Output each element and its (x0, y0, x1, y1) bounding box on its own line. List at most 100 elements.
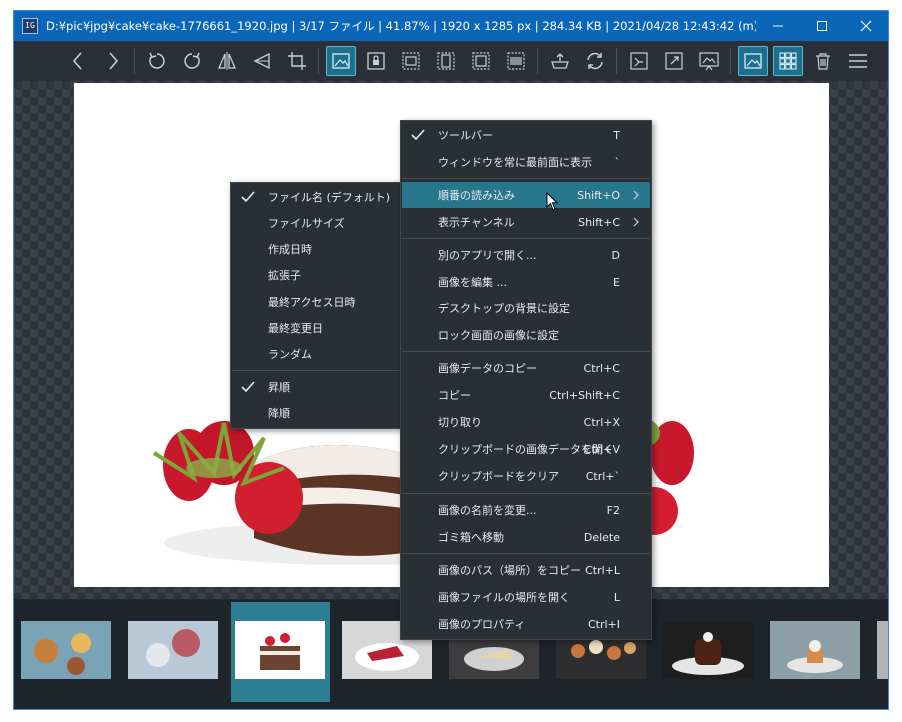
menu-item-shortcut: Ctrl+C (583, 361, 620, 375)
next-image-button[interactable] (98, 46, 128, 76)
sort-menu-item[interactable]: 拡張子 (232, 262, 400, 288)
open-with-icon (550, 53, 569, 69)
menu-item-shortcut: L (613, 590, 620, 604)
maximize-icon (817, 21, 827, 31)
slideshow-icon (698, 52, 719, 71)
menu-item[interactable]: 表示チャンネル Shift+C (402, 209, 650, 235)
menu-item[interactable]: 別のアプリで開く... D (402, 242, 650, 268)
menu-item-label: 順番の読み込み (438, 189, 515, 202)
menu-item[interactable]: 画像を編集 ... E (402, 269, 650, 295)
menu-item-shortcut: F2 (606, 503, 620, 517)
menu-item-label: 画像の名前を変更... (438, 504, 537, 517)
menu-item[interactable]: クリップボードをクリア Ctrl+` (402, 463, 650, 489)
toolbar-separator (318, 48, 319, 74)
menu-item-label: ウィンドウを常に最前面に表示 (438, 156, 592, 169)
checkmark-icon (241, 381, 255, 393)
thumbnail-item-selected[interactable] (235, 621, 325, 679)
auto-zoom-button[interactable] (325, 46, 356, 76)
menu-icon (848, 54, 867, 68)
main-context-menu: ツールバー T ウィンドウを常に最前面に表示 ` 順番の読み込み Shift+O 表示チャン… (400, 120, 652, 640)
maximize-button[interactable] (800, 11, 844, 41)
menu-item-shortcut: E (613, 275, 620, 289)
main-menu-button[interactable] (843, 46, 873, 76)
menu-item-label: ツールバー (438, 129, 493, 142)
gallery-view-button[interactable] (624, 46, 654, 76)
sort-menu-item-label: 昇順 (268, 381, 290, 394)
menu-item-label: ゴミ箱へ移動 (438, 531, 504, 544)
fullscreen-icon (664, 52, 683, 70)
crop-button[interactable] (282, 46, 312, 76)
menu-item[interactable]: ロック画面の画像に設定 (402, 322, 650, 348)
menu-item-shortcut: Ctrl+L (585, 563, 620, 577)
menu-item-label: 画像を編集 ... (438, 276, 507, 289)
thumbnail-item[interactable] (21, 621, 111, 679)
scale-to-fill-button[interactable] (501, 46, 531, 76)
thumbnail-bar-button[interactable] (737, 46, 768, 76)
submenu-arrow-icon (633, 217, 639, 227)
menu-item[interactable]: 画像のパス（場所）をコピー Ctrl+L (402, 557, 650, 583)
menu-item[interactable]: ウィンドウを常に最前面に表示 ` (402, 149, 650, 175)
menu-item-label: 別のアプリで開く... (438, 249, 537, 262)
minimize-button[interactable] (756, 11, 800, 41)
checkerboard-button[interactable] (772, 46, 803, 76)
menu-item[interactable]: 切り取り Ctrl+X (402, 409, 650, 435)
close-button[interactable] (844, 11, 888, 41)
menu-item-shortcut: Ctrl+I (587, 617, 620, 631)
thumbnail-item[interactable] (128, 621, 218, 679)
menu-item[interactable]: ツールバー T (402, 122, 650, 148)
slideshow-button[interactable] (694, 46, 724, 76)
menu-item-shortcut: D (611, 248, 620, 262)
delete-button[interactable] (808, 46, 838, 76)
thumbnail-item[interactable] (770, 621, 860, 679)
sort-menu-item[interactable]: 作成日時 (232, 236, 400, 262)
sort-menu-item[interactable]: ファイルサイズ (232, 210, 400, 236)
open-with-button[interactable] (545, 46, 575, 76)
menu-separator (402, 493, 650, 494)
menu-item[interactable]: クリップボードの画像データを開く Ctrl+V (402, 436, 650, 462)
menu-item-label: 表示チャンネル (438, 216, 515, 229)
scale-to-fill-icon (506, 52, 525, 70)
thumbnail-item[interactable] (663, 621, 753, 679)
menu-item-shortcut: Ctrl+` (585, 469, 620, 483)
rotate-right-button[interactable] (177, 46, 207, 76)
menu-item-shortcut: Shift+C (578, 215, 620, 229)
sort-menu-item[interactable]: 最終アクセス日時 (232, 289, 400, 315)
menu-item-shortcut: Ctrl+Shift+C (549, 388, 620, 402)
sort-menu-item[interactable]: 最終変更日 (232, 315, 400, 341)
checkmark-icon (241, 191, 255, 203)
sort-menu-item-label: ファイル名 (デフォルト) (268, 191, 391, 204)
sort-menu-item[interactable]: 降順 (232, 400, 400, 426)
flip-horizontal-button[interactable] (212, 46, 242, 76)
menu-item[interactable]: デスクトップの背景に設定 (402, 295, 650, 321)
scale-to-height-button[interactable] (431, 46, 461, 76)
menu-item-shortcut: Ctrl+V (583, 442, 620, 456)
flip-vertical-button[interactable] (247, 46, 277, 76)
lock-zoom-button[interactable] (361, 46, 391, 76)
gallery-view-icon (629, 52, 648, 70)
menu-item[interactable]: ゴミ箱へ移動 Delete (402, 524, 650, 550)
fullscreen-button[interactable] (659, 46, 689, 76)
menu-item[interactable]: 画像のプロパティ Ctrl+I (402, 611, 650, 637)
menu-item[interactable]: 順番の読み込み Shift+O (402, 182, 650, 208)
scale-to-fit-button[interactable] (466, 46, 496, 76)
previous-image-button[interactable] (63, 46, 93, 76)
menu-item[interactable]: 画像ファイルの場所を開く L (402, 584, 650, 610)
menu-item[interactable]: 画像の名前を変更... F2 (402, 497, 650, 523)
refresh-button[interactable] (580, 46, 610, 76)
lock-zoom-icon (366, 52, 385, 70)
toolbar-separator (616, 48, 617, 74)
menu-item-shortcut: Shift+O (577, 188, 620, 202)
rotate-left-button[interactable] (142, 46, 172, 76)
title-bar: IG D:¥pic¥jpg¥cake¥cake-1776661_1920.jpg… (14, 11, 888, 41)
scale-to-width-button[interactable] (396, 46, 426, 76)
toolbar-separator (730, 48, 731, 74)
thumbnail-item[interactable] (877, 621, 888, 679)
scale-to-width-icon (401, 52, 420, 70)
chevron-right-icon (108, 52, 118, 70)
checkmark-icon (411, 129, 425, 141)
sort-menu-item[interactable]: ファイル名 (デフォルト) (232, 184, 400, 210)
menu-item[interactable]: コピー Ctrl+Shift+C (402, 382, 650, 408)
sort-menu-item[interactable]: 昇順 (232, 374, 400, 400)
menu-item[interactable]: 画像データのコピー Ctrl+C (402, 355, 650, 381)
sort-menu-item[interactable]: ランダム (232, 341, 400, 367)
